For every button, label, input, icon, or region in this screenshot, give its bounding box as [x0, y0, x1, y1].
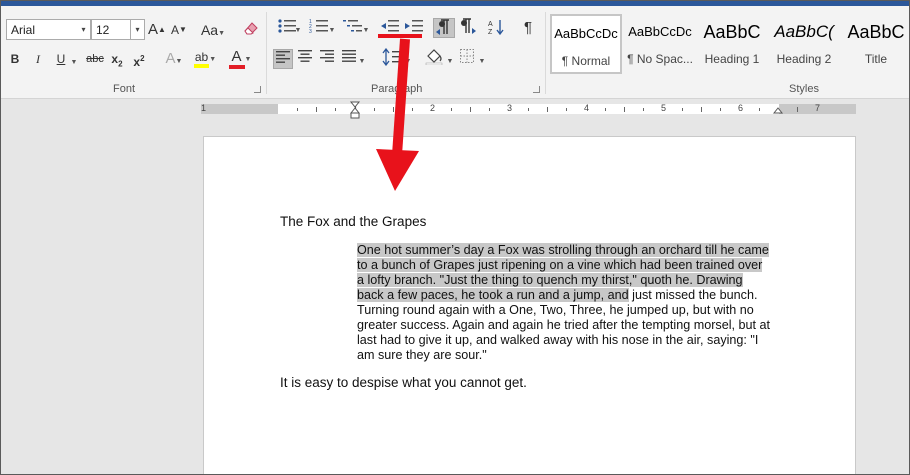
- group-divider: [545, 12, 546, 94]
- eraser-icon: [244, 22, 258, 35]
- multilevel-dropdown[interactable]: ▼: [361, 18, 371, 38]
- text-effects-icon: A: [165, 50, 176, 67]
- selected-text[interactable]: to a bunch of Grapes just ripening on a …: [357, 258, 763, 272]
- change-case-button[interactable]: Aa▼: [199, 20, 227, 40]
- line-spacing-button[interactable]: [381, 47, 403, 68]
- styles-gallery: AaBbCcDc ¶ Normal AaBbCcDc ¶ No Spac... …: [550, 14, 909, 74]
- style-heading-2[interactable]: AaBbC( Heading 2: [768, 14, 840, 74]
- left-to-right-icon: [436, 19, 449, 35]
- selected-text[interactable]: a lofty branch. "Just the thing to quenc…: [357, 273, 743, 287]
- text-effects-button[interactable]: A▼: [161, 49, 187, 69]
- shading-dropdown[interactable]: ▼: [445, 49, 455, 69]
- paragraph-line[interactable]: One hot summer’s day a Fox was strolling…: [357, 243, 787, 258]
- svg-text:3: 3: [309, 29, 312, 34]
- highlighter-icon: ab: [193, 50, 210, 68]
- style-title[interactable]: AaBbC Title: [840, 14, 909, 74]
- fable-paragraph[interactable]: One hot summer’s day a Fox was strolling…: [357, 243, 787, 363]
- sort-button[interactable]: AZ: [485, 18, 507, 38]
- paragraph-dialog-launcher-icon[interactable]: [533, 86, 540, 93]
- group-divider: [266, 12, 267, 94]
- increase-indent-icon: [405, 20, 423, 32]
- svg-text:Z: Z: [488, 29, 493, 36]
- styles-group-label: Styles: [789, 83, 819, 95]
- justify-button[interactable]: [339, 49, 359, 69]
- font-group-label: Font: [113, 83, 136, 95]
- ruler-ticks: [297, 101, 798, 119]
- justify-icon: [342, 50, 356, 62]
- horizontal-ruler[interactable]: 1 1 2 3 4 5 6 7: [201, 101, 856, 119]
- font-size-input[interactable]: 12: [91, 19, 131, 40]
- grow-font-icon: A: [148, 21, 159, 38]
- font-color-icon: A: [228, 48, 245, 69]
- bold-button[interactable]: B: [8, 49, 22, 69]
- italic-button[interactable]: I: [31, 49, 45, 69]
- align-center-button[interactable]: [295, 49, 315, 69]
- font-color-button[interactable]: A ▼: [225, 47, 255, 69]
- style-heading-1[interactable]: AaBbC Heading 1: [696, 14, 768, 74]
- superscript-button[interactable]: x2: [131, 49, 147, 69]
- paragraph-line[interactable]: to a bunch of Grapes just ripening on a …: [357, 258, 787, 273]
- selected-text[interactable]: One hot summer’s day a Fox was strolling…: [357, 243, 769, 257]
- sort-az-icon: AZ: [488, 20, 504, 36]
- document-title[interactable]: The Fox and the Grapes: [280, 214, 426, 229]
- strikethrough-button[interactable]: abc: [85, 49, 105, 69]
- bullets-dropdown[interactable]: ▼: [293, 18, 303, 38]
- borders-icon: [460, 49, 474, 63]
- ltr-direction-button[interactable]: [433, 18, 455, 38]
- style-no-spacing[interactable]: AaBbCcDc ¶ No Spac...: [624, 14, 696, 74]
- justify-dropdown[interactable]: ▼: [357, 49, 367, 69]
- numbering-dropdown[interactable]: ▼: [327, 18, 337, 38]
- font-size-dropdown[interactable]: ▾: [131, 19, 145, 40]
- underline-button[interactable]: U: [54, 49, 68, 69]
- align-left-button[interactable]: [273, 49, 293, 69]
- paragraph-line[interactable]: last had to give it up, and walked away …: [357, 333, 787, 348]
- paragraph-group-label: Paragraph: [371, 83, 423, 95]
- numbered-list-icon: 123: [309, 19, 328, 35]
- borders-button[interactable]: [457, 48, 477, 68]
- align-left-icon: [276, 51, 290, 63]
- align-center-icon: [298, 50, 312, 62]
- decrease-indent-icon: [381, 20, 399, 32]
- grow-font-button[interactable]: A▲: [148, 20, 166, 40]
- paragraph-line[interactable]: am sure they are sour.": [357, 348, 787, 363]
- multilevel-list-icon: [343, 20, 362, 32]
- highlight-button[interactable]: ab▼: [191, 47, 219, 68]
- underline-dropdown[interactable]: ▼: [69, 50, 79, 70]
- borders-dropdown[interactable]: ▼: [477, 49, 487, 69]
- rtl-direction-button[interactable]: [457, 18, 479, 38]
- font-family-dropdown[interactable]: ▾: [77, 19, 91, 40]
- paint-bucket-icon: [425, 49, 443, 66]
- shrink-font-icon: A: [171, 23, 180, 37]
- paragraph-line[interactable]: a lofty branch. "Just the thing to quenc…: [357, 273, 787, 288]
- align-right-icon: [320, 50, 334, 62]
- selected-text[interactable]: back a few paces, he took a run and a ju…: [357, 288, 629, 302]
- style-normal[interactable]: AaBbCcDc ¶ Normal: [550, 14, 622, 74]
- show-marks-button[interactable]: ¶: [517, 18, 539, 38]
- unselected-text[interactable]: just missed the bunch.: [629, 288, 757, 302]
- svg-text:A: A: [488, 21, 493, 28]
- decrease-indent-button[interactable]: [379, 18, 401, 38]
- paragraph-line[interactable]: greater success. Again and again he trie…: [357, 318, 787, 333]
- document-page[interactable]: The Fox and the Grapes One hot summer’s …: [203, 136, 856, 474]
- subscript-button[interactable]: x2: [109, 49, 125, 69]
- align-right-button[interactable]: [317, 49, 337, 69]
- font-dialog-launcher-icon[interactable]: [254, 86, 261, 93]
- paragraph-line[interactable]: Turning round again with a One, Two, Thr…: [357, 303, 787, 318]
- line-spacing-dropdown[interactable]: ▼: [403, 49, 413, 69]
- ribbon-home: Arial ▾ 12 ▾ A▲ A▼ Aa▼ B I U ▼ abc x2 x2…: [1, 6, 909, 99]
- paragraph-line[interactable]: back a few paces, he took a run and a ju…: [357, 288, 787, 303]
- moral-line[interactable]: It is easy to despise what you cannot ge…: [280, 375, 527, 390]
- shading-button[interactable]: [421, 47, 447, 67]
- shrink-font-button[interactable]: A▼: [171, 20, 187, 40]
- line-spacing-icon: [382, 47, 401, 67]
- clear-formatting-button[interactable]: [241, 19, 261, 39]
- word-window: Arial ▾ 12 ▾ A▲ A▼ Aa▼ B I U ▼ abc x2 x2…: [0, 0, 910, 475]
- right-to-left-icon: [461, 18, 476, 34]
- increase-indent-button[interactable]: [403, 18, 425, 38]
